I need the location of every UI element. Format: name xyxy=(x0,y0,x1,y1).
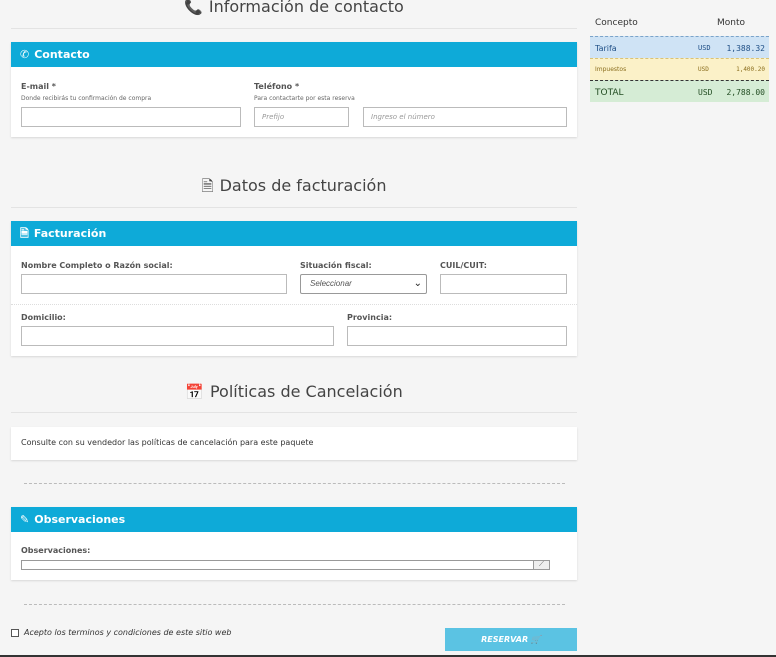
tax-status-label: Situación fiscal: xyxy=(300,261,372,270)
contact-panel: ✆ Contacto E-mail * Donde recibirás tu co… xyxy=(11,42,577,137)
cuit-label: CUIL/CUIT: xyxy=(440,261,487,270)
row-concept: Tarifa xyxy=(595,44,617,53)
reserve-button[interactable]: RESERVAR 🛒 xyxy=(445,628,577,651)
edit-icon: ✎ xyxy=(20,513,30,526)
email-label: E-mail * xyxy=(21,82,56,91)
row-currency: USD xyxy=(698,88,713,97)
email-hint: Donde recibirás tu confirmación de compr… xyxy=(21,95,152,102)
price-summary: Concepto Monto Tarifa USD 1,388.32 Impue… xyxy=(590,14,769,102)
row-concept: TOTAL xyxy=(595,88,624,98)
cuit-field[interactable] xyxy=(440,274,567,294)
billing-section-title: 🗎 Datos de facturación xyxy=(11,176,577,201)
contact-panel-title: Contacto xyxy=(34,48,90,61)
concept-header: Concepto xyxy=(595,18,638,28)
row-currency: USD xyxy=(698,44,711,52)
contact-panel-header: ✆ Contacto xyxy=(11,42,577,67)
row-amount: 2,788.00 xyxy=(726,88,765,97)
summary-row-tarifa: Tarifa USD 1,388.32 xyxy=(590,36,769,58)
contact-title-text: Información de contacto xyxy=(208,0,404,16)
tax-status-select[interactable]: Seleccionar ⌄ xyxy=(300,274,427,294)
terms-checkbox[interactable] xyxy=(11,629,19,637)
row-amount: 1,400.20 xyxy=(736,66,765,73)
billing-panel-title: Facturación xyxy=(33,227,107,240)
full-name-label: Nombre Completo o Razón social: xyxy=(21,261,173,270)
document-icon: 🗎 xyxy=(201,177,214,195)
observations-panel-title: Observaciones xyxy=(34,513,126,526)
observations-textarea[interactable]: ⟋ xyxy=(21,560,550,570)
province-field[interactable] xyxy=(347,326,567,346)
email-field[interactable] xyxy=(21,107,241,127)
reserve-button-label: RESERVAR xyxy=(481,635,529,644)
summary-header: Concepto Monto xyxy=(590,14,769,36)
cancel-title-text: Políticas de Cancelación xyxy=(209,382,403,401)
address-field[interactable] xyxy=(21,326,334,346)
calendar-x-icon: 📅 xyxy=(185,383,204,401)
document-icon: 🗎 xyxy=(20,227,29,240)
phone-prefix-field[interactable]: Prefijo xyxy=(254,107,349,127)
resize-handle-icon[interactable]: ⟋ xyxy=(533,561,549,569)
billing-title-text: Datos de facturación xyxy=(219,176,387,195)
summary-row-total: TOTAL USD 2,788.00 xyxy=(590,80,769,102)
phone-label: Teléfono * xyxy=(254,82,300,91)
observations-label: Observaciones: xyxy=(21,546,91,555)
row-divider xyxy=(11,304,577,305)
dashed-separator xyxy=(24,483,565,484)
phone-hint: Para contactarte por esta reserva xyxy=(254,95,355,102)
cart-icon: 🛒 xyxy=(530,635,541,644)
divider xyxy=(11,28,577,29)
phone-icon: ✆ xyxy=(20,48,30,61)
amount-header: Monto xyxy=(717,18,746,28)
cancel-policy-text: Consulte con su vendedor las políticas d… xyxy=(21,438,314,447)
summary-row-impuestos: Impuestos USD 1,400.20 xyxy=(590,58,769,80)
row-amount: 1,388.32 xyxy=(726,44,765,53)
chevron-down-icon: ⌄ xyxy=(413,278,422,289)
address-label: Domicilio: xyxy=(21,313,66,322)
billing-panel-header: 🗎 Facturación xyxy=(11,221,577,246)
observations-panel: ✎ Observaciones Observaciones: ⟋ xyxy=(11,507,577,580)
contact-section-title: 📞 Información de contacto xyxy=(11,0,577,16)
row-concept: Impuestos xyxy=(595,66,627,73)
divider xyxy=(11,412,577,413)
divider xyxy=(11,207,577,208)
billing-panel: 🗎 Facturación Nombre Completo o Razón soc… xyxy=(11,221,577,356)
full-name-field[interactable] xyxy=(21,274,287,294)
cancel-panel: Consulte con su vendedor las políticas d… xyxy=(11,427,577,460)
dashed-separator xyxy=(24,604,565,605)
terms-label: Acepto los terminos y condiciones de est… xyxy=(24,628,232,637)
tax-status-value: Seleccionar xyxy=(310,279,352,288)
province-label: Provincia: xyxy=(347,313,393,322)
observations-panel-header: ✎ Observaciones xyxy=(11,507,577,532)
cancel-section-title: 📅 Políticas de Cancelación xyxy=(11,382,577,401)
phone-number-field[interactable]: Ingreso el número xyxy=(363,107,567,127)
row-currency: USD xyxy=(698,66,709,73)
phone-icon: 📞 xyxy=(184,0,203,16)
